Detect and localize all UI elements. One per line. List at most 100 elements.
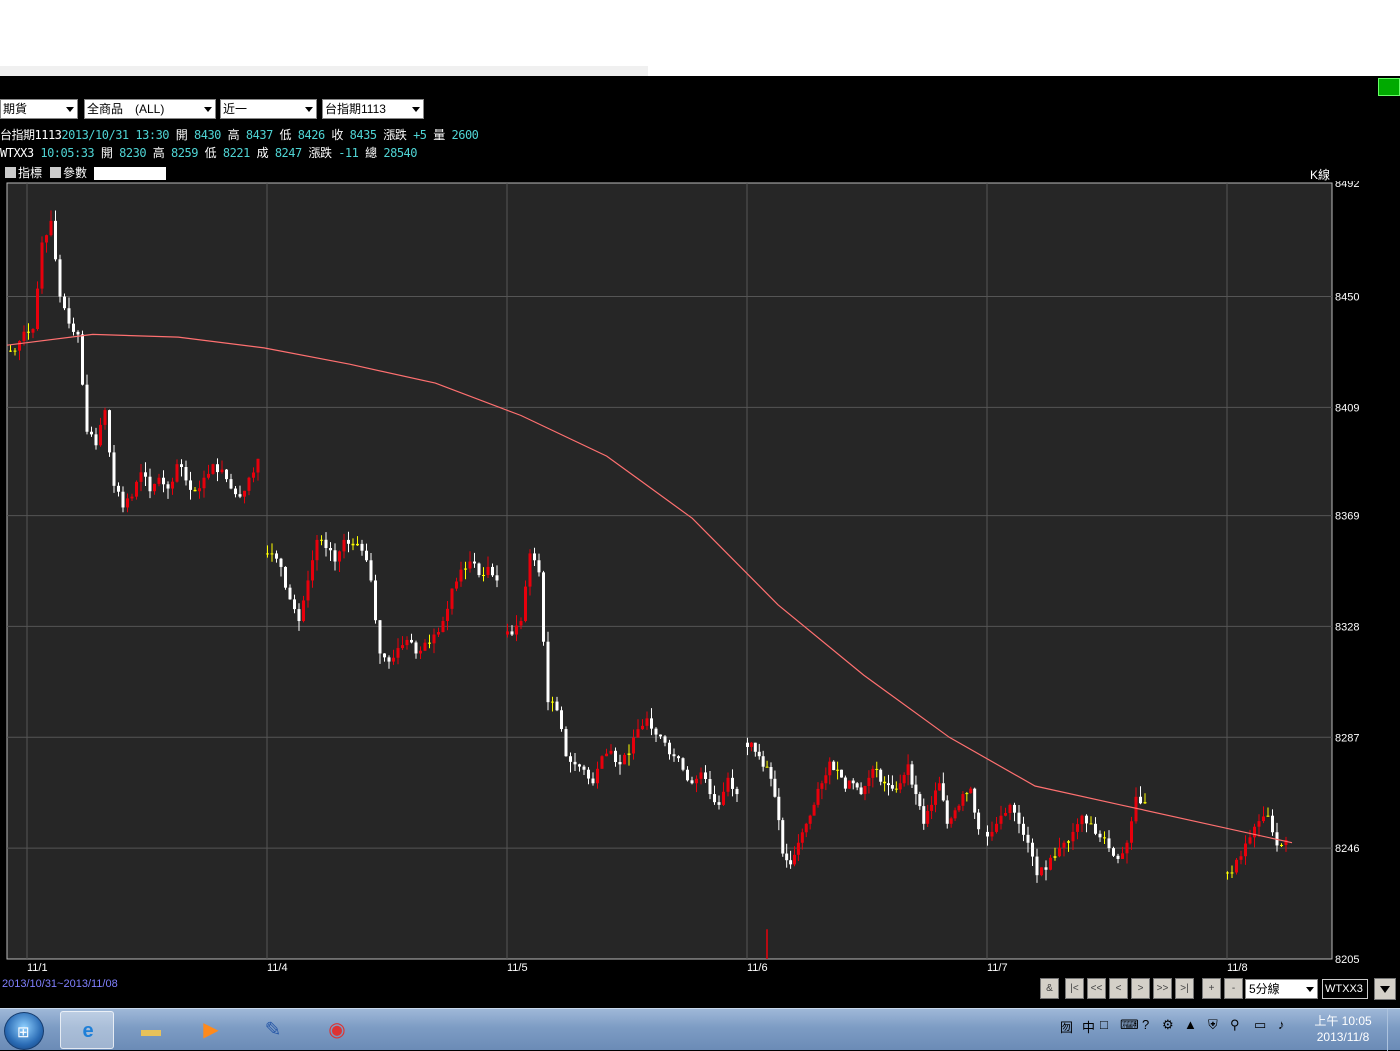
candle-body xyxy=(735,788,739,795)
candle-body xyxy=(1103,837,1106,839)
taskbar-ie[interactable]: e xyxy=(60,1011,114,1049)
network-icon[interactable]: ⚲ xyxy=(1230,1017,1240,1033)
candle-body xyxy=(189,480,192,490)
product-select-value: 全商品 (ALL) xyxy=(87,102,165,116)
ime-settings-icon[interactable]: ⚙ xyxy=(1162,1017,1174,1033)
close-label: 成 xyxy=(256,146,269,160)
market-select[interactable]: 期貨 xyxy=(0,99,78,119)
candle-body xyxy=(1266,815,1270,817)
candle-body xyxy=(270,553,274,555)
nav-last-button[interactable]: >| xyxy=(1175,978,1194,999)
candle-body xyxy=(922,806,926,824)
fullwidth-icon[interactable]: □ xyxy=(1100,1017,1108,1032)
candle-body xyxy=(1280,844,1283,846)
candle-body xyxy=(207,473,210,478)
nav-step-back-button[interactable]: < xyxy=(1109,978,1128,999)
candle-body xyxy=(27,331,30,333)
period-select[interactable]: 5分線 xyxy=(1245,979,1318,999)
keyboard-icon[interactable]: ⌨ xyxy=(1120,1017,1139,1033)
candle-body xyxy=(175,464,179,482)
menu-bar[interactable] xyxy=(0,66,648,76)
volume-value: 2600 xyxy=(451,128,479,142)
x-tick-label: 11/6 xyxy=(747,962,768,974)
taskbar-media-player[interactable]: ▶ xyxy=(184,1011,238,1049)
taskbar-chrome[interactable]: ◉ xyxy=(310,1011,364,1049)
candle-body xyxy=(374,580,377,621)
candle-body xyxy=(894,788,898,790)
nav-first-button[interactable]: |< xyxy=(1065,978,1084,999)
symbol-input[interactable]: WTXX3 xyxy=(1322,979,1368,999)
candle-body xyxy=(383,653,386,658)
candle-body xyxy=(9,350,12,352)
candle-body xyxy=(184,467,188,481)
show-hidden-icons[interactable]: ▲ xyxy=(1184,1017,1197,1032)
candle-body xyxy=(63,296,66,309)
candle-body xyxy=(54,220,57,260)
nav-page-back-button[interactable]: << xyxy=(1087,978,1106,999)
candle-body xyxy=(690,780,694,784)
candle-body xyxy=(871,768,875,778)
candle-body xyxy=(828,761,832,776)
candle-body xyxy=(491,566,494,576)
close-value: 8435 xyxy=(349,128,377,142)
y-tick-label: 8328 xyxy=(1335,621,1359,633)
antivirus-icon[interactable]: ⛨ xyxy=(1208,1017,1218,1033)
connection-status-icon[interactable] xyxy=(1378,78,1400,96)
show-desktop-button[interactable] xyxy=(1387,1009,1400,1051)
nav-page-forward-button[interactable]: >> xyxy=(1153,978,1172,999)
high-label: 高 xyxy=(227,128,240,142)
indicator-tab[interactable]: 指標 xyxy=(5,166,42,180)
candle-body xyxy=(419,650,422,654)
nav-zoom-out-button[interactable]: - xyxy=(1224,978,1243,999)
candle-body xyxy=(804,823,808,833)
candle-body xyxy=(495,575,499,581)
nav-link-button[interactable]: & xyxy=(1040,978,1059,999)
dropdown-button[interactable] xyxy=(1374,978,1396,1000)
candle-body xyxy=(302,600,305,622)
start-button[interactable]: ⊞ xyxy=(4,1012,44,1050)
taskbar-explorer[interactable]: ▬ xyxy=(124,1011,178,1049)
candle-body xyxy=(378,620,382,654)
candle-body xyxy=(441,621,445,633)
candlestick-chart[interactable]: 8205 8246 8287 8328 8369 8409 8450 8492 11/1 11/4… xyxy=(0,181,1400,976)
candle-body xyxy=(722,791,725,805)
clock[interactable]: 上午 10:05 2013/11/8 xyxy=(1308,1013,1378,1045)
candle-body xyxy=(569,756,572,762)
media-player-icon: ▶ xyxy=(203,1019,219,1041)
candle-body xyxy=(130,496,134,499)
volume-value: 28540 xyxy=(383,146,417,160)
candle-body xyxy=(166,484,170,489)
candle-body xyxy=(180,464,183,468)
candle-body xyxy=(995,823,998,832)
candle-body xyxy=(1130,821,1133,843)
product-select[interactable]: 全商品 (ALL) xyxy=(84,99,216,119)
ie-icon: e xyxy=(82,1020,94,1042)
candle-body xyxy=(486,566,490,575)
display-icon[interactable]: ▭ xyxy=(1254,1017,1266,1033)
candle-body xyxy=(930,804,934,811)
candle-body xyxy=(144,472,147,477)
quote-row-previous: 台指期11132013/10/31 13:30 開 8430 高 8437 低 … xyxy=(0,128,479,142)
clock-time: 上午 10:05 xyxy=(1314,1014,1372,1028)
ime-language[interactable]: 中 xyxy=(1082,1017,1095,1036)
candle-body xyxy=(677,756,680,759)
candle-body xyxy=(941,783,945,801)
help-icon[interactable]: ? xyxy=(1142,1017,1149,1032)
nav-step-forward-button[interactable]: > xyxy=(1131,978,1150,999)
nav-zoom-in-button[interactable]: + xyxy=(1202,978,1221,999)
volume-icon[interactable]: ♪ xyxy=(1278,1017,1285,1032)
candle-body xyxy=(103,410,107,425)
taskbar-paint[interactable]: ✎ xyxy=(246,1011,300,1049)
candle-body xyxy=(769,767,773,779)
contract-select[interactable]: 台指期1113 xyxy=(322,99,424,119)
month-select[interactable]: 近一 xyxy=(220,99,317,119)
candle-body xyxy=(1257,821,1261,827)
ime-icon[interactable]: 囫 xyxy=(1060,1017,1073,1036)
candle-body xyxy=(72,323,75,332)
candle-body xyxy=(731,777,734,789)
param-tab[interactable]: 參數 xyxy=(50,166,87,180)
candle-body xyxy=(85,384,89,432)
candle-body xyxy=(193,489,197,492)
open-value: 8230 xyxy=(119,146,147,160)
candle-body xyxy=(749,742,753,747)
